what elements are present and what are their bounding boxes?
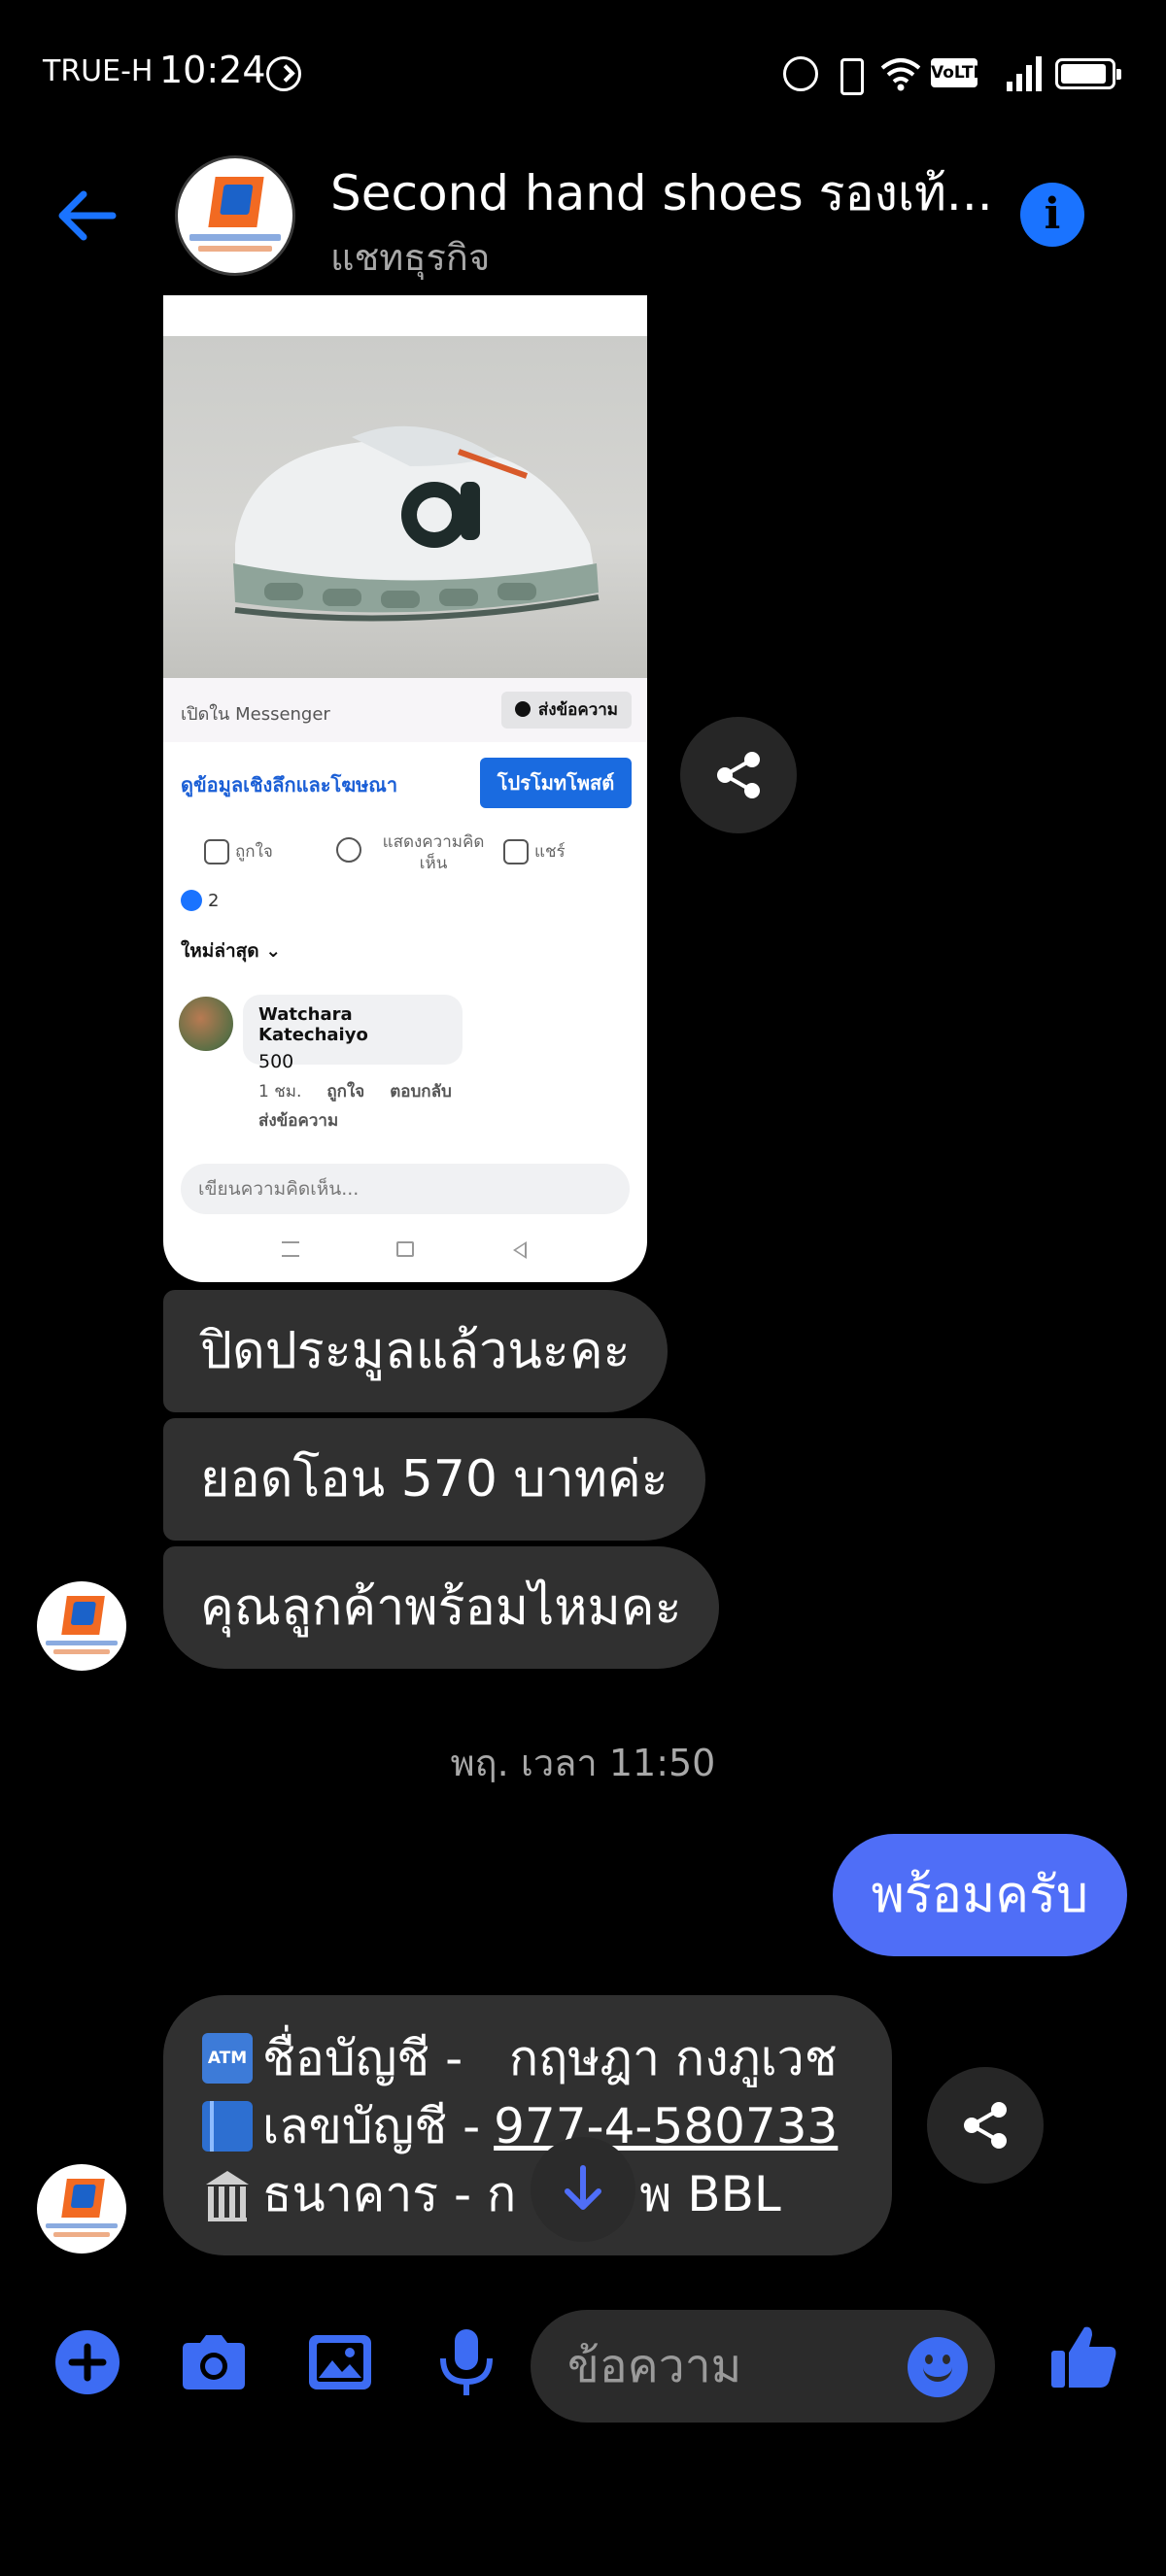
account-number-line: เลขบัญชี -977-4-580733 xyxy=(202,2092,853,2160)
sender-avatar[interactable] xyxy=(37,1581,126,1671)
thumbs-up-icon xyxy=(1051,2326,1116,2388)
camera-button[interactable] xyxy=(175,2323,253,2401)
promote-post-button: โปรโมทโพสต์ xyxy=(480,758,632,808)
incoming-message[interactable]: คุณลูกค้าพร้อมไหมคะ xyxy=(163,1546,719,1669)
smiley-icon xyxy=(923,2366,952,2382)
like-reaction-icon xyxy=(181,890,202,911)
account-name-line: ATM ชื่อบัญชี - กฤษฎา กงภูเวช xyxy=(202,2024,853,2092)
battery-icon xyxy=(1055,58,1121,89)
messenger-icon xyxy=(514,701,531,717)
outgoing-message[interactable]: พร้อมครับ xyxy=(832,1834,1127,1956)
thumbs-up-icon xyxy=(204,839,229,864)
comment: Watchara Katechaiyo 500 xyxy=(243,995,463,1072)
chat-subtitle: แชทธุรกิจ xyxy=(330,236,491,279)
comment-sort: ใหม่ล่าสุด ⌄ xyxy=(181,940,282,962)
menu-icon xyxy=(282,1241,299,1257)
share-arrow-icon xyxy=(503,839,529,864)
message-input-container[interactable] xyxy=(531,2310,995,2423)
incoming-message[interactable]: ยอดโอน 570 บาทค่ะ xyxy=(163,1418,705,1541)
shared-image-message[interactable]: เปิดใน Messenger ส่งข้อความ ดูข้อมูลเชิง… xyxy=(163,295,647,1282)
status-bar: TRUE-H 10:24 VoLTE xyxy=(0,0,1166,146)
add-button[interactable] xyxy=(49,2323,126,2401)
plus-circle-icon xyxy=(55,2330,120,2394)
home-square-icon xyxy=(396,1241,414,1257)
message-timestamp: พฤ. เวลา 11:50 xyxy=(450,1742,716,1784)
arrow-left-icon xyxy=(58,190,117,241)
bank-name-line: ธนาคาร - ก พ BBL xyxy=(202,2160,853,2228)
shoe-image xyxy=(233,425,600,622)
microphone-icon xyxy=(440,2329,493,2395)
share-button[interactable] xyxy=(680,717,797,833)
share-button[interactable] xyxy=(927,2067,1044,2184)
back-triangle-icon xyxy=(513,1241,527,1259)
comment-author: Watchara Katechaiyo xyxy=(258,1004,368,1045)
scroll-to-bottom-button[interactable] xyxy=(531,2137,635,2242)
comment-icon xyxy=(336,837,361,863)
comment-input: เขียนความคิดเห็น... xyxy=(181,1164,630,1214)
message-input[interactable] xyxy=(567,2310,878,2423)
arrow-down-icon xyxy=(565,2165,601,2210)
carrier-name: TRUE-H xyxy=(43,54,154,88)
shop-logo-icon xyxy=(208,176,264,227)
like-send-button[interactable] xyxy=(1046,2318,1123,2395)
play-icon xyxy=(266,56,301,91)
info-button[interactable]: i xyxy=(1020,183,1084,247)
commenter-avatar xyxy=(179,997,233,1051)
phone-nav-bar xyxy=(163,1218,647,1282)
share-icon xyxy=(964,2102,1007,2149)
post-comment: แสดงความคิดเห็น xyxy=(336,831,492,874)
info-icon: i xyxy=(1044,189,1061,239)
shoe-photo xyxy=(163,336,647,678)
shop-logo-icon xyxy=(60,2178,105,2219)
signal-icon xyxy=(1005,56,1044,91)
incoming-message[interactable]: ปิดประมูลแล้วนะคะ xyxy=(163,1290,668,1412)
status-clock: 10:24 xyxy=(159,49,266,91)
comment-send-message: ส่งข้อความ xyxy=(258,1111,339,1131)
insights-link: ดูข้อมูลเชิงลึกและโฆษณา xyxy=(181,773,398,797)
alarm-icon xyxy=(783,56,818,91)
like-count: 2 xyxy=(181,890,219,911)
wifi-icon xyxy=(880,56,921,91)
post-like: ถูกใจ xyxy=(204,839,273,864)
send-message-chip: ส่งข้อความ xyxy=(500,692,632,729)
book-icon xyxy=(202,2101,253,2152)
account-number-link[interactable]: 977-4-580733 xyxy=(494,2092,838,2160)
emoji-button[interactable] xyxy=(908,2337,968,2397)
gallery-button[interactable] xyxy=(301,2323,379,2401)
camera-icon xyxy=(183,2335,245,2390)
bank-details-message[interactable]: ATM ชื่อบัญชี - กฤษฎา กงภูเวช เลขบัญชี -… xyxy=(163,1995,892,2255)
voice-button[interactable] xyxy=(428,2323,505,2401)
volte-icon: VoLTE xyxy=(931,58,984,87)
shop-logo-icon xyxy=(60,1595,105,1636)
share-icon xyxy=(717,752,760,798)
post-share: แชร์ xyxy=(503,839,566,864)
image-icon xyxy=(309,2335,371,2390)
comment-text: 500 xyxy=(258,1051,294,1072)
chat-title[interactable]: Second hand shoes รองเท้... xyxy=(330,155,991,232)
back-button[interactable] xyxy=(49,177,126,254)
open-in-messenger-link: เปิดใน Messenger xyxy=(181,704,330,725)
atm-icon: ATM xyxy=(202,2033,253,2084)
sender-avatar[interactable] xyxy=(37,2164,126,2254)
vibrate-icon xyxy=(832,56,867,95)
bank-building-icon xyxy=(202,2169,253,2221)
shop-avatar[interactable] xyxy=(175,155,295,276)
comment-meta: 1 ชม. ถูกใจ ตอบกลับ xyxy=(258,1082,452,1102)
